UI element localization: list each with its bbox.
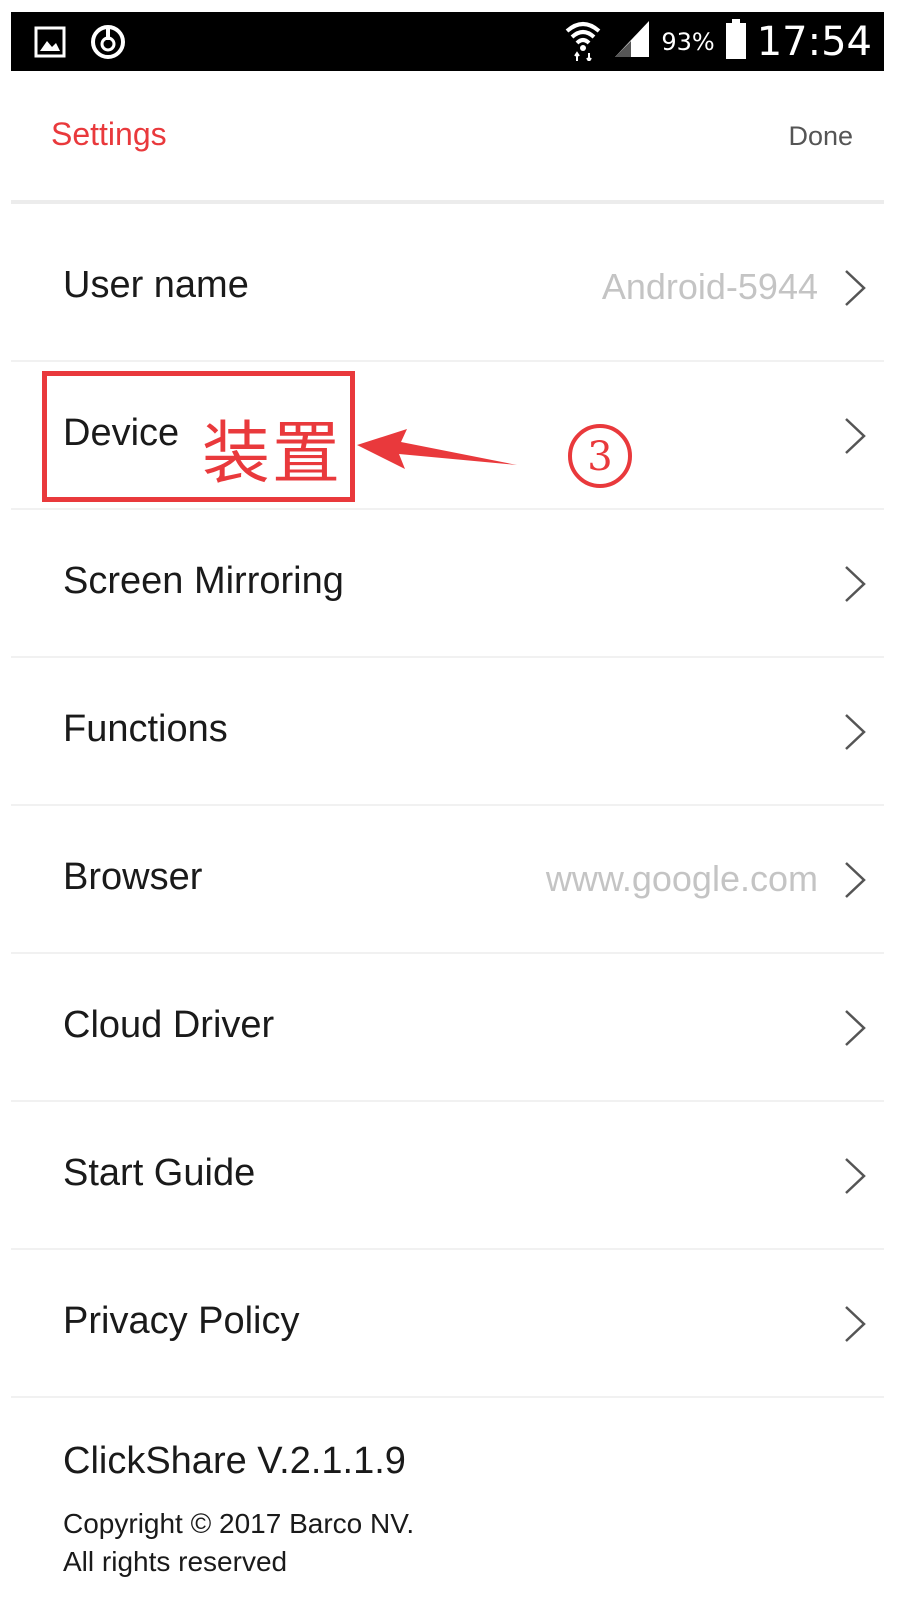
row-privacy-policy[interactable]: Privacy Policy xyxy=(11,1250,884,1398)
chevron-right-icon xyxy=(845,862,866,898)
row-value: www.google.com xyxy=(545,858,818,899)
signal-icon xyxy=(613,19,651,64)
annotation-arrow-icon xyxy=(357,429,517,469)
chevron-right-icon xyxy=(845,1306,866,1342)
clock: 17:54 xyxy=(756,18,872,65)
row-user-name[interactable]: User name Android-5944 xyxy=(11,214,884,362)
chevron-right-icon xyxy=(845,418,866,454)
annotation-step-number: 3 xyxy=(587,434,612,480)
row-label: Start Guide xyxy=(63,1152,256,1194)
copyright-line-2: All rights reserved xyxy=(63,1546,288,1577)
row-label: Functions xyxy=(63,708,228,750)
row-label: Browser xyxy=(63,856,203,898)
app-version: ClickShare V.2.1.1.9 xyxy=(63,1440,406,1482)
gallery-icon xyxy=(33,25,67,64)
annotation-cjk-label: 装置 xyxy=(202,415,343,494)
app-info-footer: ClickShare V.2.1.1.9 Copyright © 2017 Ba… xyxy=(11,1410,884,1610)
row-start-guide[interactable]: Start Guide xyxy=(11,1102,884,1250)
battery-icon xyxy=(725,19,747,64)
chevron-right-icon xyxy=(845,566,866,602)
chevron-right-icon xyxy=(845,714,866,750)
sync-icon xyxy=(89,23,127,66)
battery-percent: 93% xyxy=(661,27,715,56)
copyright-text: Copyright © 2017 Barco NV. All rights re… xyxy=(63,1505,414,1581)
row-screen-mirroring[interactable]: Screen Mirroring xyxy=(11,510,884,658)
chevron-right-icon xyxy=(845,1010,866,1046)
copyright-line-1: Copyright © 2017 Barco NV. xyxy=(63,1508,415,1539)
done-button[interactable]: Done xyxy=(788,121,853,152)
settings-header: Settings Done xyxy=(11,71,884,204)
wifi-icon xyxy=(563,17,603,66)
annotation-step-circle: 3 xyxy=(568,424,632,488)
row-label: Screen Mirroring xyxy=(63,560,344,602)
row-cloud-driver[interactable]: Cloud Driver xyxy=(11,954,884,1102)
row-browser[interactable]: Browser www.google.com xyxy=(11,806,884,954)
settings-screen: 93% 17:54 Settings Done User name Androi… xyxy=(0,0,908,1610)
row-label: User name xyxy=(63,264,249,306)
page-title: Settings xyxy=(51,116,167,152)
row-label: Privacy Policy xyxy=(63,1300,300,1342)
chevron-right-icon xyxy=(845,270,866,306)
row-value: Android-5944 xyxy=(601,266,818,307)
row-functions[interactable]: Functions xyxy=(11,658,884,806)
row-label: Cloud Driver xyxy=(63,1004,275,1046)
chevron-right-icon xyxy=(845,1158,866,1194)
status-bar: 93% 17:54 xyxy=(11,12,884,71)
